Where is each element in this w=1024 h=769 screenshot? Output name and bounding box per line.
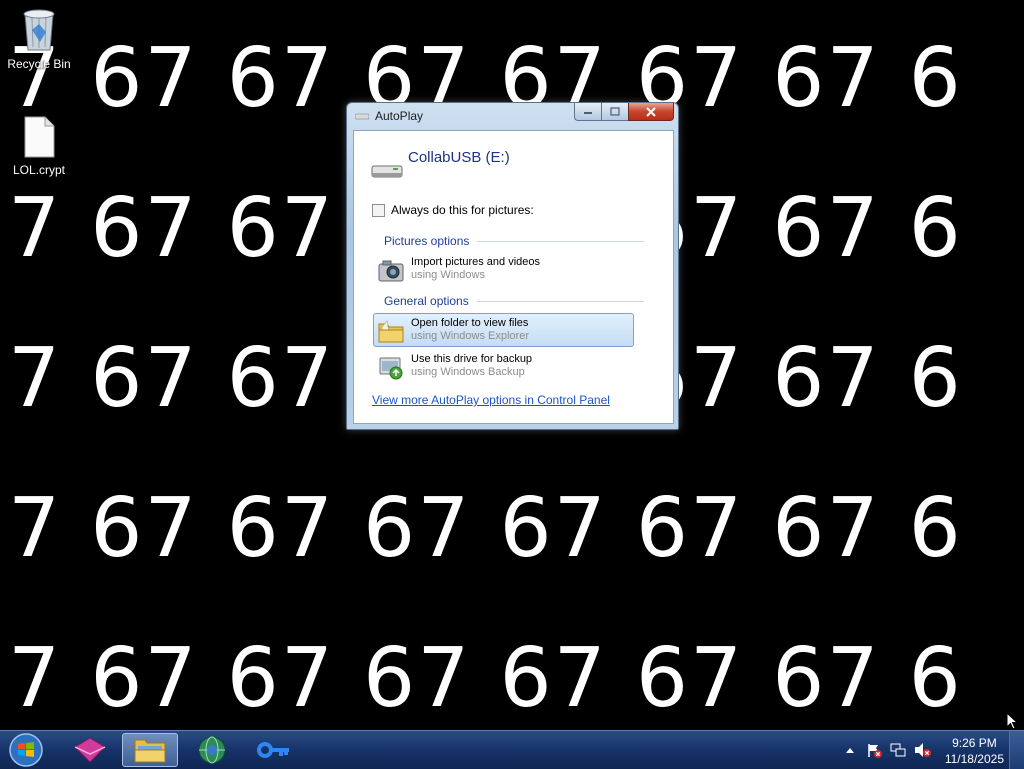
- option-title: Use this drive for backup: [411, 353, 533, 365]
- option-subtitle: using Windows Explorer: [411, 330, 529, 342]
- file-icon: [24, 116, 55, 158]
- close-button[interactable]: [628, 103, 674, 121]
- maximize-icon: [610, 107, 620, 116]
- folder-icon: [378, 320, 404, 343]
- key-app-button[interactable]: [246, 733, 302, 767]
- wallpaper-text-row: 7 67 67 67 67 67 67 6: [8, 481, 963, 576]
- key-icon: [257, 742, 289, 758]
- start-button[interactable]: [0, 733, 52, 767]
- windows-logo-icon: [9, 733, 43, 767]
- taskbar: 9:26 PM 11/18/2025: [0, 730, 1024, 769]
- camera-icon: [378, 260, 404, 282]
- caption-buttons: [574, 103, 674, 122]
- folder-icon: [134, 739, 166, 763]
- network-icon[interactable]: [890, 742, 906, 758]
- browser-button[interactable]: [184, 733, 240, 767]
- desktop-icon-label: LOL.crypt: [12, 163, 66, 177]
- option-use-for-backup[interactable]: Use this drive for backup using Windows …: [373, 349, 634, 383]
- magenta-box-icon: [74, 737, 106, 763]
- section-heading: General options: [384, 294, 469, 308]
- dialog-title: AutoPlay: [375, 109, 424, 123]
- option-import-pictures[interactable]: Import pictures and videos using Windows: [373, 252, 634, 286]
- minimize-button[interactable]: [574, 103, 601, 121]
- mouse-cursor-icon: [1006, 712, 1018, 730]
- desktop-icon-label: Recycle Bin: [7, 57, 71, 71]
- option-subtitle: using Windows: [411, 269, 485, 281]
- action-center-flag-icon[interactable]: [866, 742, 882, 758]
- section-heading: Pictures options: [384, 234, 470, 248]
- more-autoplay-options-link[interactable]: View more AutoPlay options in Control Pa…: [372, 393, 610, 407]
- always-do-this-checkbox[interactable]: [372, 203, 385, 217]
- maximize-button[interactable]: [601, 103, 628, 121]
- dialog-content: CollabUSB (E:) Always do this for pictur…: [353, 130, 674, 424]
- always-do-this-label: Always do this for pictures:: [391, 203, 534, 217]
- usb-drive-icon: [355, 113, 369, 120]
- globe-icon: [198, 736, 226, 764]
- desktop-icon-lol-crypt[interactable]: LOL.crypt: [1, 116, 77, 177]
- show-desktop-button[interactable]: [1009, 731, 1024, 769]
- clock-time: 9:26 PM: [952, 736, 997, 750]
- section-divider: [477, 240, 644, 242]
- option-subtitle: using Windows Backup: [411, 366, 525, 378]
- section-pictures-options: Pictures options: [384, 234, 644, 248]
- volume-muted-icon[interactable]: [914, 742, 932, 758]
- clock-date: 11/18/2025: [944, 752, 1004, 766]
- section-general-options: General options: [384, 294, 644, 308]
- show-hidden-icons-icon[interactable]: [845, 746, 855, 754]
- usb-drive-icon: [371, 165, 403, 178]
- option-title: Open folder to view files: [411, 317, 529, 329]
- wallpaper-text-row: 7 67 67 67 67 67 67 6: [8, 631, 963, 726]
- always-do-this-checkbox-row[interactable]: Always do this for pictures:: [372, 203, 534, 217]
- recycle-bin-icon: [23, 9, 55, 51]
- drive-name: CollabUSB (E:): [408, 149, 510, 166]
- app-button[interactable]: [62, 733, 118, 767]
- close-icon: [646, 106, 656, 117]
- option-open-folder[interactable]: Open folder to view files using Windows …: [373, 313, 634, 347]
- backup-icon: [379, 357, 403, 380]
- desktop-icon-recycle-bin[interactable]: Recycle Bin: [1, 6, 77, 71]
- section-divider: [476, 300, 644, 302]
- minimize-icon: [584, 111, 592, 114]
- option-title: Import pictures and videos: [411, 256, 541, 268]
- autoplay-dialog: AutoPlay CollabUSB (E:) Always do this f…: [346, 102, 679, 430]
- explorer-button[interactable]: [122, 733, 178, 767]
- system-clock[interactable]: 9:26 PM 11/18/2025: [945, 735, 1004, 767]
